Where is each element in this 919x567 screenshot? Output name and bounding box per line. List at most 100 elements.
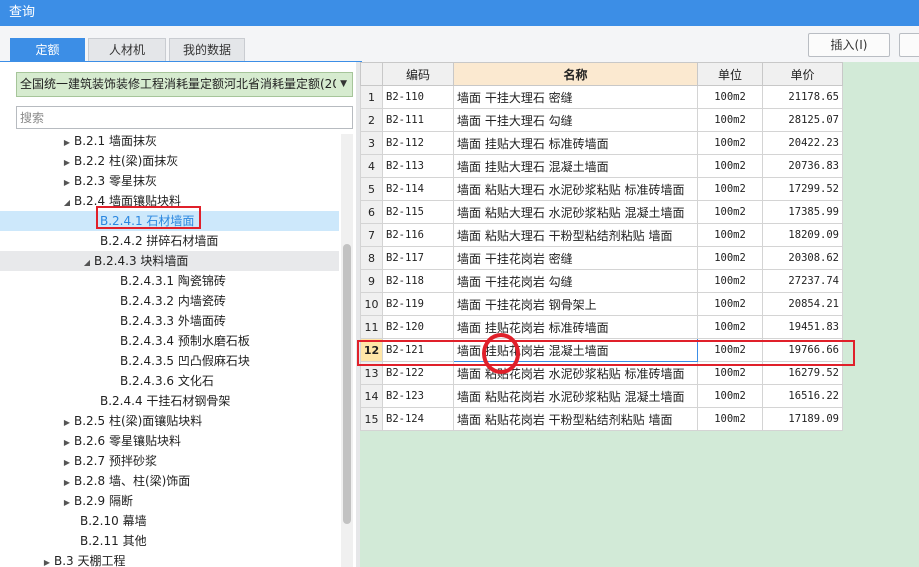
cell-code[interactable]: B2-123 (382, 384, 454, 408)
tree-node[interactable]: ▶ B.2.6 零星镶贴块料 (60, 431, 181, 451)
table-row[interactable]: 3 B2-112 墙面 挂贴大理石 标准砖墙面 100m2 20422.23 (360, 131, 843, 155)
cell-price[interactable]: 21178.65 (762, 85, 843, 109)
collapse-arrow-icon[interactable]: ◢ (60, 193, 74, 213)
tab-quota[interactable]: 定额 (10, 38, 85, 62)
cell-code[interactable]: B2-110 (382, 85, 454, 109)
table-row[interactable]: 9 B2-118 墙面 干挂花岗岩 勾缝 100m2 27237.74 (360, 269, 843, 293)
table-row[interactable]: 5 B2-114 墙面 粘贴大理石 水泥砂浆粘贴 标准砖墙面 100m2 17299.5… (360, 177, 843, 201)
cell-price[interactable]: 18209.09 (762, 223, 843, 247)
cell-price[interactable]: 27237.74 (762, 269, 843, 293)
cell-unit[interactable]: 100m2 (697, 269, 763, 293)
row-number[interactable]: 2 (360, 108, 383, 132)
row-number[interactable]: 15 (360, 407, 383, 431)
tree-node[interactable]: ▶ B.2.5 柱(梁)面镶贴块料 (60, 411, 202, 431)
cell-code[interactable]: B2-124 (382, 407, 454, 431)
cell-name[interactable]: 墙面 粘贴大理石 水泥砂浆粘贴 标准砖墙面 (453, 177, 698, 201)
row-number[interactable]: 6 (360, 200, 383, 224)
tree-scrollbar[interactable] (341, 134, 353, 567)
cell-price[interactable]: 19451.83 (762, 315, 843, 339)
tree-node[interactable]: B.2.4.3.2 内墙瓷砖 (120, 291, 226, 311)
table-row[interactable]: 8 B2-117 墙面 干挂花岗岩 密缝 100m2 20308.62 (360, 246, 843, 270)
tree-node[interactable]: B.2.10 幕墙 (80, 511, 147, 531)
cell-code[interactable]: B2-114 (382, 177, 454, 201)
tree-node[interactable]: ▶ B.2.2 柱(梁)面抹灰 (60, 151, 178, 171)
cell-code[interactable]: B2-111 (382, 108, 454, 132)
tree-node[interactable]: ▶ B.2.8 墙、柱(梁)饰面 (60, 471, 190, 491)
tree-node[interactable]: B.2.4.2 拼碎石材墙面 (100, 231, 218, 251)
search-input[interactable] (16, 106, 353, 129)
cell-name[interactable]: 墙面 干挂花岗岩 钢骨架上 (453, 292, 698, 316)
table-row[interactable]: 1 B2-110 墙面 干挂大理石 密缝 100m2 21178.65 (360, 85, 843, 109)
tree-node[interactable]: ▶ B.2.7 预拌砂浆 (60, 451, 157, 471)
cell-name[interactable]: 墙面 挂贴大理石 标准砖墙面 (453, 131, 698, 155)
tree-node[interactable]: ▶ B.2.1 墙面抹灰 (60, 134, 157, 151)
cell-unit[interactable]: 100m2 (697, 384, 763, 408)
more-button[interactable] (899, 33, 919, 57)
expand-arrow-icon[interactable]: ▶ (60, 433, 74, 453)
cell-code[interactable]: B2-118 (382, 269, 454, 293)
cell-price[interactable]: 20308.62 (762, 246, 843, 270)
row-number[interactable]: 5 (360, 177, 383, 201)
column-header-name[interactable]: 名称 (453, 62, 698, 86)
row-number[interactable]: 8 (360, 246, 383, 270)
table-row[interactable]: 4 B2-113 墙面 挂贴大理石 混凝土墙面 100m2 20736.83 (360, 154, 843, 178)
cell-price[interactable]: 20736.83 (762, 154, 843, 178)
table-row[interactable]: 15 B2-124 墙面 粘贴花岗岩 干粉型粘结剂粘贴 墙面 100m2 17189.0… (360, 407, 843, 431)
row-number[interactable]: 1 (360, 85, 383, 109)
cell-unit[interactable]: 100m2 (697, 200, 763, 224)
table-row[interactable]: 11 B2-120 墙面 挂贴花岗岩 标准砖墙面 100m2 19451.83 (360, 315, 843, 339)
row-number[interactable]: 14 (360, 384, 383, 408)
cell-price[interactable]: 20854.21 (762, 292, 843, 316)
tree-node[interactable]: ▶ B.2.9 隔断 (60, 491, 133, 511)
row-number[interactable]: 11 (360, 315, 383, 339)
tree-node[interactable]: ▶ B.3 天棚工程 (40, 551, 126, 567)
column-header-code[interactable]: 编码 (382, 62, 454, 86)
chevron-down-icon[interactable]: ▼ (340, 73, 347, 96)
tab-labor-material-machine[interactable]: 人材机 (88, 38, 166, 62)
cell-price[interactable]: 17385.99 (762, 200, 843, 224)
expand-arrow-icon[interactable]: ▶ (60, 493, 74, 513)
tree-node[interactable]: B.2.4.3.6 文化石 (120, 371, 214, 391)
cell-name[interactable]: 墙面 干挂花岗岩 勾缝 (453, 269, 698, 293)
column-header-price[interactable]: 单价 (762, 62, 843, 86)
table-row[interactable]: 6 B2-115 墙面 粘贴大理石 水泥砂浆粘贴 混凝土墙面 100m2 17385.9… (360, 200, 843, 224)
cell-unit[interactable]: 100m2 (697, 154, 763, 178)
cell-name[interactable]: 墙面 粘贴花岗岩 干粉型粘结剂粘贴 墙面 (453, 407, 698, 431)
tree-node[interactable]: B.2.4.3.5 凹凸假麻石块 (120, 351, 250, 371)
cell-price[interactable]: 17299.52 (762, 177, 843, 201)
table-row[interactable]: 14 B2-123 墙面 粘贴花岗岩 水泥砂浆粘贴 混凝土墙面 100m2 16516.… (360, 384, 843, 408)
cell-name[interactable]: 墙面 粘贴大理石 干粉型粘结剂粘贴 墙面 (453, 223, 698, 247)
tree-node[interactable]: B.2.4.4 干挂石材钢骨架 (100, 391, 230, 411)
cell-name[interactable]: 墙面 干挂花岗岩 密缝 (453, 246, 698, 270)
row-number[interactable]: 3 (360, 131, 383, 155)
column-header-unit[interactable]: 单位 (697, 62, 763, 86)
cell-code[interactable]: B2-115 (382, 200, 454, 224)
cell-code[interactable]: B2-113 (382, 154, 454, 178)
expand-arrow-icon[interactable]: ▶ (60, 153, 74, 173)
cell-name[interactable]: 墙面 粘贴大理石 水泥砂浆粘贴 混凝土墙面 (453, 200, 698, 224)
cell-code[interactable]: B2-120 (382, 315, 454, 339)
cell-code[interactable]: B2-112 (382, 131, 454, 155)
tab-my-data[interactable]: 我的数据 (169, 38, 245, 62)
cell-code[interactable]: B2-117 (382, 246, 454, 270)
cell-unit[interactable]: 100m2 (697, 223, 763, 247)
cell-price[interactable]: 20422.23 (762, 131, 843, 155)
row-number[interactable]: 9 (360, 269, 383, 293)
tree-scrollbar-thumb[interactable] (343, 244, 351, 524)
table-row[interactable]: 2 B2-111 墙面 干挂大理石 勾缝 100m2 28125.07 (360, 108, 843, 132)
tree-node[interactable]: B.2.4.3.1 陶瓷锦砖 (120, 271, 226, 291)
cell-price[interactable]: 28125.07 (762, 108, 843, 132)
cell-unit[interactable]: 100m2 (697, 315, 763, 339)
cell-code[interactable]: B2-116 (382, 223, 454, 247)
cell-unit[interactable]: 100m2 (697, 292, 763, 316)
collapse-arrow-icon[interactable]: ◢ (80, 253, 94, 273)
cell-name[interactable]: 墙面 干挂大理石 勾缝 (453, 108, 698, 132)
table-row[interactable]: 10 B2-119 墙面 干挂花岗岩 钢骨架上 100m2 20854.21 (360, 292, 843, 316)
cell-unit[interactable]: 100m2 (697, 85, 763, 109)
cell-name[interactable]: 墙面 干挂大理石 密缝 (453, 85, 698, 109)
expand-arrow-icon[interactable]: ▶ (60, 453, 74, 473)
expand-arrow-icon[interactable]: ▶ (60, 473, 74, 493)
row-number[interactable]: 7 (360, 223, 383, 247)
cell-unit[interactable]: 100m2 (697, 177, 763, 201)
expand-arrow-icon[interactable]: ▶ (60, 173, 74, 193)
